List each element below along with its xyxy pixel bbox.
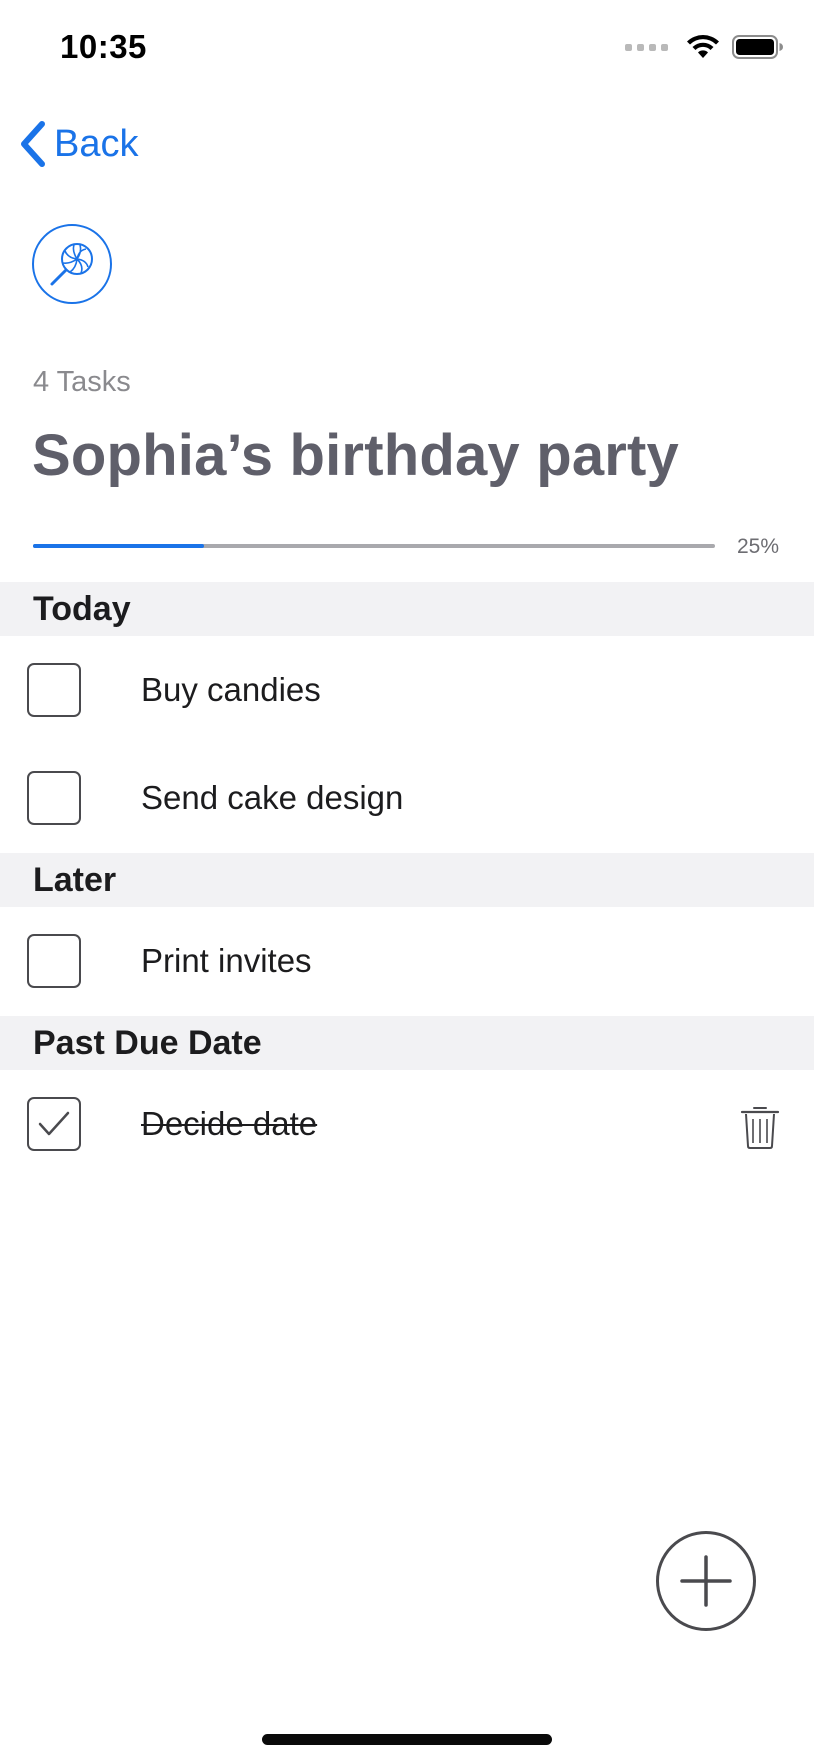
- task-row[interactable]: Print invites: [0, 907, 814, 1015]
- status-time: 10:35: [60, 28, 147, 65]
- lollipop-glyph: [50, 243, 93, 286]
- section-title: Later: [33, 861, 117, 899]
- plus-icon: [680, 1555, 732, 1607]
- section-header-later: Later: [0, 853, 814, 907]
- task-label: Print invites: [141, 942, 312, 979]
- add-task-button[interactable]: [656, 1531, 756, 1631]
- chevron-left-icon: [21, 121, 45, 167]
- section-title: Today: [33, 590, 131, 628]
- battery-icon: [732, 35, 783, 59]
- signal-icon: [625, 43, 668, 51]
- checkmark-icon: [38, 1111, 70, 1136]
- trash-icon[interactable]: [738, 1104, 782, 1150]
- status-icons: [625, 34, 784, 60]
- task-row[interactable]: Buy candies: [0, 636, 814, 744]
- section-title: Past Due Date: [33, 1024, 262, 1062]
- back-label: Back: [54, 122, 139, 165]
- task-label: Buy candies: [141, 671, 321, 708]
- section-header-past-due: Past Due Date: [0, 1016, 814, 1070]
- status-bar: 10:35: [0, 0, 814, 100]
- task-row[interactable]: Send cake design: [0, 744, 814, 852]
- task-label: Decide date: [141, 1105, 318, 1142]
- task-checkbox[interactable]: [27, 663, 81, 717]
- wifi-icon: [687, 35, 719, 58]
- progress-label: 25%: [737, 535, 780, 558]
- home-indicator: [262, 1734, 552, 1745]
- task-label: Send cake design: [141, 779, 404, 816]
- lollipop-icon[interactable]: [32, 224, 112, 304]
- task-row-completed[interactable]: Decide date: [0, 1070, 814, 1178]
- page-title: Sophia’s birthday party: [32, 423, 680, 488]
- section-header-today: Today: [0, 582, 814, 636]
- task-checkbox[interactable]: [27, 771, 81, 825]
- progress-bar: [33, 544, 715, 548]
- task-checkbox[interactable]: [27, 934, 81, 988]
- task-count: 4 Tasks: [33, 366, 131, 398]
- task-checkbox-checked[interactable]: [27, 1097, 81, 1151]
- back-button[interactable]: Back: [18, 118, 138, 170]
- progress-fill: [33, 544, 204, 548]
